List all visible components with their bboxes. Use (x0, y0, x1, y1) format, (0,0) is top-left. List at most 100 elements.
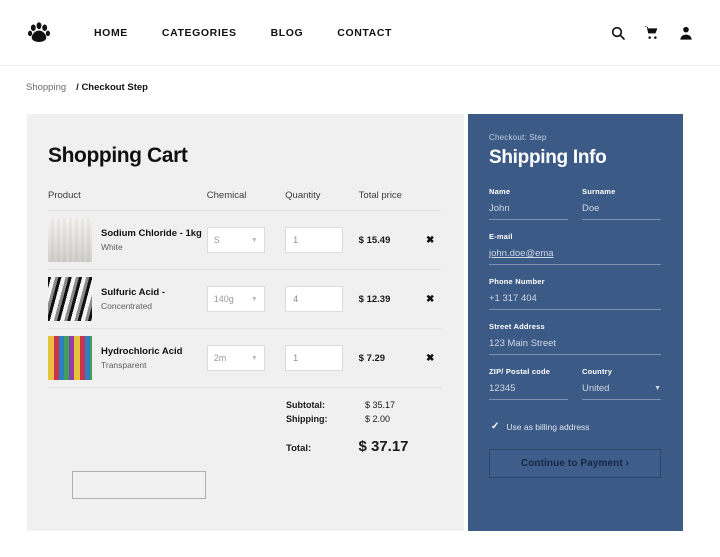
phone-value: +1 317 404 (489, 293, 537, 304)
user-icon[interactable] (678, 25, 694, 41)
nav-item-contact[interactable]: CONTACT (337, 27, 392, 39)
surname-field: Surname Doe (582, 187, 661, 220)
country-field: Country United ▼ (582, 367, 661, 400)
search-icon[interactable] (610, 25, 626, 41)
shopping-cart-panel: Shopping Cart Product Chemical Quantity … (27, 114, 464, 531)
country-select[interactable]: United ▼ (582, 376, 661, 400)
product-variant: White (101, 242, 123, 253)
phone-field: Phone Number +1 317 404 (489, 277, 661, 310)
nav-item-categories[interactable]: CATEGORIES (162, 27, 237, 39)
product-cell: Sulfuric Acid - Concentrated (48, 277, 207, 321)
shipping-info-panel: Checkout: Step Shipping Info Name John S… (468, 114, 683, 531)
name-value: John (489, 203, 510, 214)
email-field: E-mail john.doe@ema (489, 232, 661, 265)
product-name[interactable]: Sodium Chloride - 1kg (101, 228, 202, 240)
chevron-down-icon: ▼ (250, 295, 258, 303)
email-value: john.doe@ema (489, 248, 554, 259)
zip-label: ZIP/ Postal code (489, 367, 551, 376)
table-row: Sulfuric Acid - Concentrated 140g ▼ 4 $ … (48, 269, 441, 328)
street-address-input[interactable]: 123 Main Street (489, 331, 661, 355)
chemical-select[interactable]: 140g ▼ (206, 286, 265, 312)
quantity-input[interactable]: 4 (285, 286, 344, 312)
name-input[interactable]: John (489, 196, 568, 220)
breadcrumb-root[interactable]: Shopping (26, 82, 66, 93)
phone-input[interactable]: +1 317 404 (489, 286, 661, 310)
chemical-cell: S ▼ (206, 227, 285, 253)
shipping-value: $ 2.00 (365, 414, 391, 424)
chevron-down-icon: ▼ (250, 236, 258, 244)
product-variant: Transparent (101, 360, 147, 371)
email-label: E-mail (489, 232, 513, 241)
chemical-select-value: 2m (213, 353, 227, 363)
subtotal-label: Subtotal: (286, 400, 325, 410)
product-thumbnail (48, 277, 92, 321)
shipping-row: Shipping: $ 2.00 (48, 414, 441, 424)
surname-value: Doe (582, 203, 600, 214)
chemical-select[interactable]: S ▼ (206, 227, 265, 253)
table-row: Sodium Chloride - 1kg White S ▼ 1 $ 15.4… (48, 210, 441, 269)
quantity-cell: 1 (285, 345, 359, 371)
cart-icon[interactable] (644, 25, 660, 41)
breadcrumb: Shopping / Checkout Step (0, 66, 720, 93)
row-total-price: $ 12.39 (358, 293, 391, 305)
checkout-step-label: Checkout: Step (489, 133, 547, 142)
product-thumbnail (48, 336, 92, 380)
grand-total-row: Total: $ 37.17 (48, 438, 441, 455)
quantity-value: 1 (293, 235, 299, 245)
billing-address-label: Use as billing address (506, 421, 590, 432)
street-address-value: 123 Main Street (489, 338, 557, 349)
cart-table-header: Product Chemical Quantity Total price (48, 190, 441, 210)
column-header-quantity: Quantity (285, 190, 321, 201)
coupon-input[interactable] (72, 471, 206, 499)
zip-country-row: ZIP/ Postal code 12345 Country United ▼ (489, 367, 661, 412)
email-input[interactable]: john.doe@ema (489, 241, 661, 265)
subtotal-value: $ 35.17 (365, 400, 396, 410)
paw-icon[interactable] (22, 16, 56, 50)
product-thumbnail (48, 218, 92, 262)
chevron-down-icon: ▼ (654, 385, 661, 392)
checkmark-icon: ✓ (491, 421, 500, 432)
main-nav: HOME CATEGORIES BLOG CONTACT (94, 27, 392, 39)
column-header-product: Product (48, 190, 81, 201)
chemical-select[interactable]: 2m ▼ (206, 345, 265, 371)
chemical-cell: 140g ▼ (206, 286, 285, 312)
total-label: Total: (286, 443, 312, 454)
checkout-content: Shopping Cart Product Chemical Quantity … (0, 114, 720, 534)
quantity-input[interactable]: 1 (285, 345, 344, 371)
product-name[interactable]: Hydrochloric Acid (101, 346, 182, 358)
chemical-select-value: S (213, 235, 220, 245)
nav-item-home[interactable]: HOME (94, 27, 128, 39)
product-cell: Sodium Chloride - 1kg White (48, 218, 207, 262)
phone-label: Phone Number (489, 277, 545, 286)
remove-item-button[interactable]: ✖ (419, 353, 441, 364)
cart-totals: Subtotal: $ 35.17 Shipping: $ 2.00 Total… (48, 387, 441, 455)
breadcrumb-separator: / (76, 82, 79, 93)
product-name[interactable]: Sulfuric Acid - (101, 287, 165, 299)
product-cell: Hydrochloric Acid Transparent (48, 336, 207, 380)
remove-item-button[interactable]: ✖ (419, 294, 441, 305)
remove-item-button[interactable]: ✖ (419, 235, 441, 246)
zip-value: 12345 (489, 383, 516, 394)
breadcrumb-current: / Checkout Step (76, 82, 148, 93)
country-value: United (582, 383, 610, 394)
chevron-down-icon: ▼ (250, 354, 258, 362)
quantity-value: 1 (293, 353, 299, 363)
chemical-select-value: 140g (213, 294, 234, 304)
zip-input[interactable]: 12345 (489, 376, 568, 400)
quantity-input[interactable]: 1 (285, 227, 344, 253)
row-total-price: $ 15.49 (358, 234, 391, 246)
name-label: Name (489, 187, 511, 196)
total-value: $ 37.17 (358, 438, 409, 455)
breadcrumb-current-label: Checkout Step (81, 82, 148, 93)
surname-input[interactable]: Doe (582, 196, 661, 220)
street-address-field: Street Address 123 Main Street (489, 322, 661, 355)
billing-address-checkbox[interactable]: ✓ Use as billing address (491, 421, 661, 432)
nav-item-blog[interactable]: BLOG (271, 27, 304, 39)
zip-field: ZIP/ Postal code 12345 (489, 367, 568, 400)
quantity-cell: 1 (285, 227, 359, 253)
subtotal-row: Subtotal: $ 35.17 (48, 400, 441, 410)
chemical-cell: 2m ▼ (206, 345, 285, 371)
column-header-chemical: Chemical (206, 190, 247, 201)
shipping-label: Shipping: (286, 414, 328, 424)
continue-to-payment-button[interactable]: Continue to Payment › (489, 449, 661, 478)
